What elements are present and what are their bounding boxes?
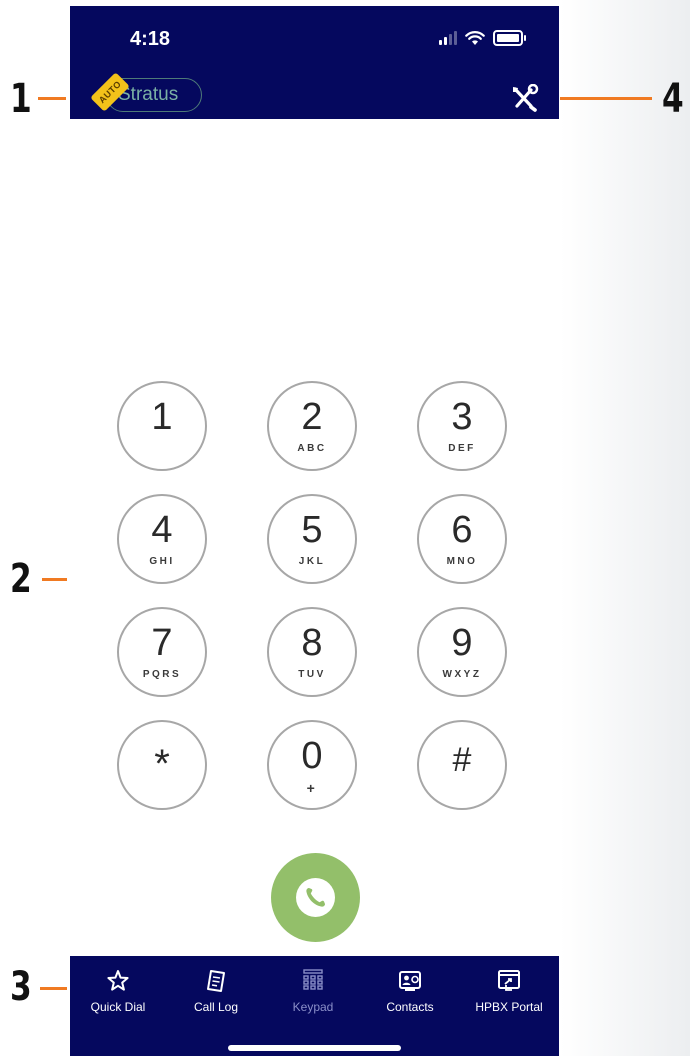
contacts-icon (399, 971, 421, 991)
key-letters: PQRS (142, 669, 182, 680)
phone-icon (306, 888, 325, 907)
key-digit: 4 (151, 509, 173, 551)
bottom-tab-bar: Quick Dial Call Log Keypad Contacts HPBX… (70, 956, 559, 1056)
key-digit: 3 (451, 396, 473, 438)
callout-number: 2 (10, 556, 32, 602)
tab-quick-dial[interactable]: Quick Dial (74, 964, 162, 1024)
key-3[interactable]: 3 DEF (417, 381, 507, 471)
key-1[interactable]: 1 (117, 381, 207, 471)
key-digit: 2 (301, 396, 323, 438)
phone-screen: 4:18 Stratus AUTO 1 2 ABC 3 DEF 4 GHI 5 … (70, 0, 559, 1056)
keypad-icon (303, 969, 323, 990)
callout-line (560, 97, 652, 100)
portal-icon (498, 970, 520, 991)
key-letters: + (306, 780, 318, 796)
key-letters: GHI (149, 556, 175, 567)
key-digit: 0 (301, 735, 323, 777)
key-letters: ABC (297, 443, 327, 454)
key-letters: WXYZ (442, 669, 482, 680)
home-indicator (228, 1045, 401, 1051)
tab-label: Contacts (386, 1000, 434, 1014)
star-icon (107, 970, 129, 991)
key-digit: 5 (301, 509, 323, 551)
tab-call-log[interactable]: Call Log (172, 964, 260, 1024)
key-digit: # (452, 741, 472, 779)
callout-line (38, 97, 66, 100)
callout-number: 1 (10, 76, 32, 122)
key-0[interactable]: 0 + (267, 720, 357, 810)
tab-label: Call Log (193, 1000, 239, 1014)
key-9[interactable]: 9 WXYZ (417, 607, 507, 697)
tab-label: HPBX Portal (475, 1000, 543, 1014)
call-button[interactable] (271, 853, 360, 942)
tab-hpbx-portal[interactable]: HPBX Portal (465, 964, 553, 1024)
key-digit: 8 (301, 622, 323, 664)
key-star[interactable]: * (117, 720, 207, 810)
key-digit: 7 (151, 622, 173, 664)
callout-number: 4 (662, 76, 684, 122)
tab-label: Quick Dial (90, 1000, 146, 1014)
key-letters: JKL (298, 556, 326, 567)
background-fade (560, 0, 690, 1056)
key-8[interactable]: 8 TUV (267, 607, 357, 697)
callout-line (42, 578, 67, 581)
callout-number: 3 (10, 964, 32, 1010)
call-log-icon (207, 970, 225, 992)
key-4[interactable]: 4 GHI (117, 494, 207, 584)
tab-contacts[interactable]: Contacts (366, 964, 454, 1024)
key-digit: * (154, 742, 170, 786)
key-2[interactable]: 2 ABC (267, 381, 357, 471)
key-6[interactable]: 6 MNO (417, 494, 507, 584)
key-digit: 1 (151, 396, 173, 438)
call-button-inner (296, 878, 335, 917)
key-letters: DEF (448, 443, 476, 454)
key-hash[interactable]: # (417, 720, 507, 810)
tab-label: Keypad (292, 1000, 334, 1014)
key-7[interactable]: 7 PQRS (117, 607, 207, 697)
key-letters: MNO (446, 556, 478, 567)
key-digit: 6 (451, 509, 473, 551)
key-letters: TUV (298, 669, 326, 680)
tab-keypad[interactable]: Keypad (269, 964, 357, 1024)
key-5[interactable]: 5 JKL (267, 494, 357, 584)
callout-line (40, 987, 67, 990)
key-digit: 9 (451, 622, 473, 664)
